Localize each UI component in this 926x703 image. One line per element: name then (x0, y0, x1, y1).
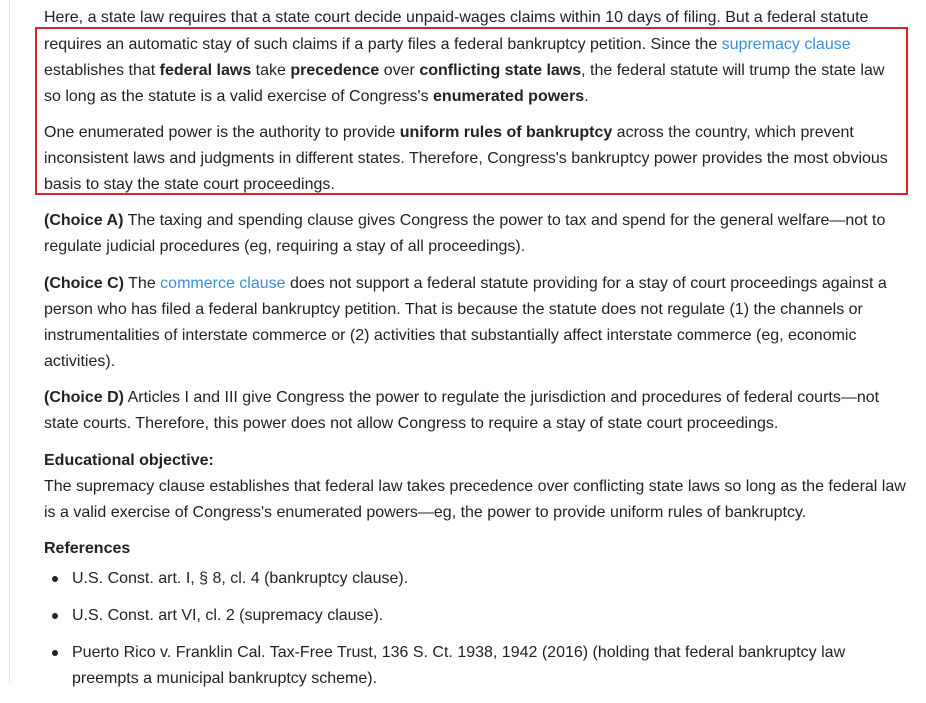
commerce-clause-link[interactable]: commerce clause (160, 275, 285, 292)
reference-item: Puerto Rico v. Franklin Cal. Tax-Free Tr… (44, 640, 908, 692)
text-run: The (124, 275, 161, 292)
supremacy-clause-link[interactable]: supremacy clause (722, 36, 851, 53)
reference-item: U.S. Const. art. I, § 8, cl. 4 (bankrupt… (44, 566, 908, 592)
reference-text: U.S. Const. art. I, § 8, cl. 4 (bankrupt… (72, 570, 409, 587)
choice-d-text: Articles I and III give Congress the pow… (44, 389, 880, 432)
bullet-icon (52, 650, 58, 656)
bullet-icon (52, 576, 58, 582)
reference-item: U.S. Const. art VI, cl. 2 (supremacy cla… (44, 603, 908, 629)
choice-d-label: (Choice D) (44, 389, 124, 406)
reference-text: U.S. Const. art VI, cl. 2 (supremacy cla… (72, 607, 384, 624)
educational-objective-text: The supremacy clause establishes that fe… (44, 478, 906, 521)
choice-a-paragraph: (Choice A) The taxing and spending claus… (44, 208, 908, 260)
highlight-paragraph-1: requires an automatic stay of such claim… (44, 32, 902, 110)
choice-a-label: (Choice A) (44, 212, 124, 229)
text-run: One enumerated power is the authority to… (44, 124, 400, 141)
bold-term: precedence (290, 62, 380, 79)
choice-d-paragraph: (Choice D) Articles I and III give Congr… (44, 385, 908, 437)
bold-term: enumerated powers (433, 88, 585, 105)
text-run: over (379, 62, 420, 79)
left-divider (9, 0, 10, 684)
text-run: requires an automatic stay of such claim… (44, 36, 722, 53)
educational-objective: Educational objective: The supremacy cla… (44, 448, 908, 526)
choice-a-text: The taxing and spending clause gives Con… (44, 212, 886, 255)
bullet-icon (52, 613, 58, 619)
educational-objective-heading: Educational objective: (44, 452, 214, 469)
text-run: establishes that (44, 62, 160, 79)
reference-text: Puerto Rico v. Franklin Cal. Tax-Free Tr… (72, 644, 846, 687)
choice-c-paragraph: (Choice C) The commerce clause does not … (44, 271, 908, 375)
references-heading: References (44, 540, 131, 557)
choice-c-label: (Choice C) (44, 275, 124, 292)
text-run: take (251, 62, 291, 79)
bold-term: federal laws (159, 62, 252, 79)
bold-term: uniform rules of bankruptcy (399, 124, 613, 141)
bold-term: conflicting state laws (419, 62, 582, 79)
references-list: U.S. Const. art. I, § 8, cl. 4 (bankrupt… (44, 566, 908, 703)
text-run: . (584, 88, 589, 105)
highlight-paragraph-2: One enumerated power is the authority to… (44, 120, 902, 198)
